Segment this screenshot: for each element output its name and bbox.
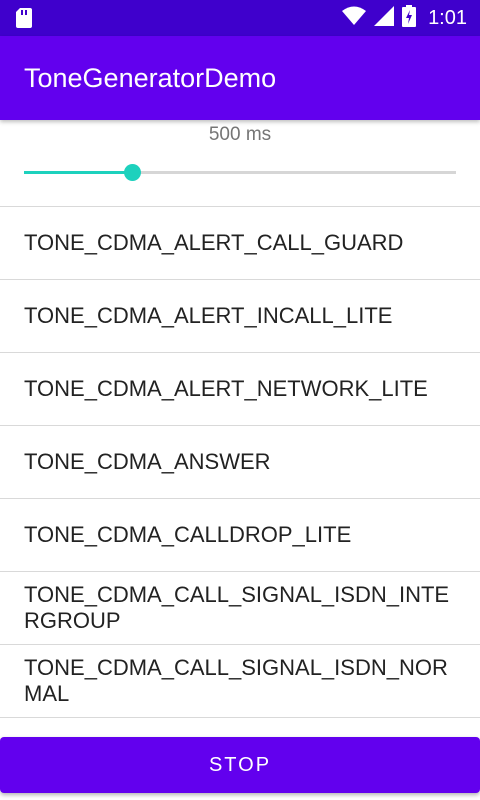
tone-label: TONE_CDMA_ALERT_INCALL_LITE — [24, 303, 393, 328]
tone-label: TONE_CDMA_CALLDROP_LITE — [24, 522, 352, 547]
wifi-icon — [342, 6, 367, 31]
tone-item[interactable]: TONE_CDMA_ANSWER — [0, 426, 480, 499]
signal-icon — [374, 5, 395, 31]
duration-slider[interactable] — [24, 164, 456, 181]
status-time: 1:01 — [428, 6, 467, 29]
battery-icon — [402, 4, 417, 32]
tone-label: TONE_CDMA_ANSWER — [24, 449, 271, 474]
tone-item[interactable]: TONE_CDMA_ALERT_INCALL_LITE — [0, 280, 480, 353]
duration-label: 500 ms — [208, 124, 272, 145]
tone-label: TONE_CDMA_ALERT_NETWORK_LITE — [24, 376, 428, 401]
status-bar: 1:01 — [0, 0, 480, 36]
tone-item[interactable]: TONE_CDMA_CALL_SIGNAL_ISDN_NORMAL — [0, 645, 480, 718]
tone-label: TONE_CDMA_CALL_SIGNAL_ISDN_INTERGROUP — [24, 582, 450, 633]
stop-button[interactable]: STOP — [0, 737, 480, 793]
duration-section: 500 ms — [0, 120, 480, 207]
tone-label: TONE_CDMA_ALERT_CALL_GUARD — [24, 230, 404, 255]
app-bar: ToneGeneratorDemo — [0, 36, 480, 120]
slider-thumb[interactable] — [124, 164, 141, 181]
slider-fill — [24, 171, 132, 174]
tone-item[interactable]: TONE_CDMA_ALERT_CALL_GUARD — [0, 207, 480, 280]
tone-item[interactable]: TONE_CDMA_CALL_SIGNAL_ISDN_INTERGROUP — [0, 572, 480, 645]
tone-item[interactable]: TONE_CDMA_CALLDROP_LITE — [0, 499, 480, 572]
tone-list: TONE_CDMA_ALERT_CALL_GUARD TONE_CDMA_ALER… — [0, 207, 480, 718]
sd-card-icon — [16, 8, 32, 33]
app-title: ToneGeneratorDemo — [24, 63, 277, 93]
content-scroll-area[interactable]: 500 ms TONE_CDMA_ALERT_CALL_GUARD TONE_CD… — [0, 120, 480, 726]
tone-item[interactable]: TONE_CDMA_ALERT_NETWORK_LITE — [0, 353, 480, 426]
tone-label: TONE_CDMA_CALL_SIGNAL_ISDN_NORMAL — [24, 655, 448, 706]
